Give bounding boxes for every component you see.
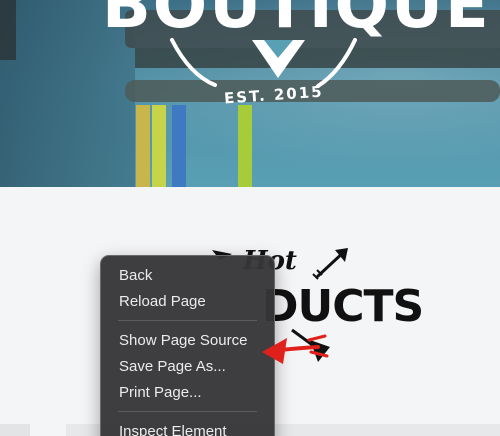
red-arrow-icon (262, 334, 329, 364)
